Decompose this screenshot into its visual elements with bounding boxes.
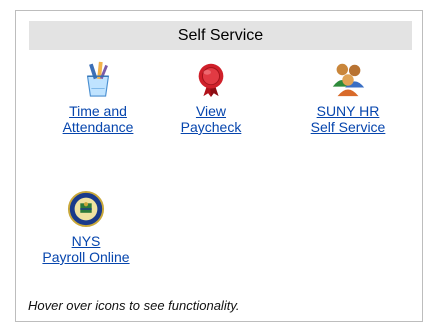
time-and-attendance-line1[interactable]: Time and <box>69 103 127 119</box>
time-and-attendance-line2[interactable]: Attendance <box>63 119 134 135</box>
view-paycheck-link[interactable]: View Paycheck <box>181 103 242 135</box>
wax-seal-icon[interactable] <box>192 59 230 99</box>
self-service-panel: Self Service Time and Attendance View Pa… <box>15 10 423 322</box>
nys-payroll-online-link[interactable]: NYS Payroll Online <box>42 233 129 265</box>
nys-payroll-line1[interactable]: NYS <box>72 233 101 249</box>
view-paycheck-line1[interactable]: View <box>196 103 226 119</box>
nys-payroll-line2[interactable]: Payroll Online <box>42 249 129 265</box>
users-group-icon[interactable] <box>329 59 367 99</box>
suny-hr-self-service-link[interactable]: SUNY HR Self Service <box>311 103 386 135</box>
suny-hr-line1[interactable]: SUNY HR <box>317 103 380 119</box>
tile-suny-hr-self-service[interactable]: SUNY HR Self Service <box>298 59 398 135</box>
pencil-cup-icon[interactable] <box>79 59 117 99</box>
tile-nys-payroll-online[interactable]: NYS Payroll Online <box>36 189 136 265</box>
time-and-attendance-link[interactable]: Time and Attendance <box>63 103 134 135</box>
tile-view-paycheck[interactable]: View Paycheck <box>176 59 246 135</box>
nys-seal-icon[interactable] <box>67 189 105 229</box>
panel-title: Self Service <box>29 21 412 50</box>
view-paycheck-line2[interactable]: Paycheck <box>181 119 242 135</box>
hover-hint: Hover over icons to see functionality. <box>28 298 240 313</box>
suny-hr-line2[interactable]: Self Service <box>311 119 386 135</box>
tile-time-and-attendance[interactable]: Time and Attendance <box>53 59 143 135</box>
